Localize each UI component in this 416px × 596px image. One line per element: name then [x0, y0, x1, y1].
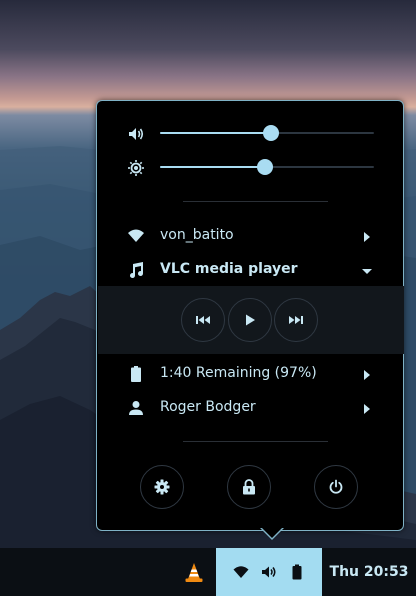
- next-track-button[interactable]: [274, 298, 318, 342]
- wifi-icon: [127, 227, 145, 245]
- brightness-slider-row: [97, 155, 403, 179]
- media-player-name: VLC media player: [160, 261, 298, 277]
- chevron-right-icon: [361, 229, 373, 243]
- previous-track-button[interactable]: [181, 298, 225, 342]
- battery-status: 1:40 Remaining (97%): [160, 365, 317, 381]
- power-off-button[interactable]: [314, 465, 358, 509]
- next-icon: [289, 316, 303, 324]
- volume-slider-row: [97, 121, 403, 145]
- user-menu-item[interactable]: Roger Bodger: [97, 393, 403, 423]
- media-player-menu-item[interactable]: VLC media player: [97, 255, 403, 285]
- lock-icon: [243, 479, 255, 495]
- battery-icon: [127, 365, 145, 383]
- play-icon: [246, 314, 255, 326]
- chevron-right-icon: [361, 401, 373, 415]
- brightness-slider-fill: [160, 166, 265, 168]
- brightness-slider-handle[interactable]: [256, 159, 273, 175]
- system-tray[interactable]: [216, 548, 322, 596]
- brightness-slider[interactable]: [160, 159, 374, 175]
- lock-screen-button[interactable]: [227, 465, 271, 509]
- volume-slider-handle[interactable]: [263, 125, 280, 141]
- network-name: von_batito: [160, 227, 234, 243]
- power-icon: [329, 479, 343, 494]
- music-note-icon: [127, 261, 145, 279]
- separator: [183, 441, 328, 442]
- wifi-icon: [233, 566, 249, 578]
- network-menu-item[interactable]: von_batito: [97, 221, 403, 251]
- volume-icon: [127, 125, 145, 143]
- volume-slider-fill: [160, 132, 272, 134]
- user-icon: [127, 399, 145, 417]
- separator: [183, 201, 328, 202]
- volume-slider[interactable]: [160, 125, 374, 141]
- brightness-icon: [127, 159, 145, 177]
- chevron-right-icon: [361, 367, 373, 381]
- settings-button[interactable]: [140, 465, 184, 509]
- volume-icon: [262, 566, 276, 578]
- battery-icon: [292, 564, 302, 580]
- settings-icon: [154, 479, 170, 495]
- chevron-down-icon: [361, 263, 373, 277]
- popover-arrow-fill: [261, 527, 283, 538]
- play-button[interactable]: [228, 298, 272, 342]
- media-controls-panel: [98, 286, 404, 354]
- system-menu-popover: von_batito VLC media player 1:40 Remaini…: [96, 100, 404, 531]
- battery-menu-item[interactable]: 1:40 Remaining (97%): [97, 359, 403, 389]
- clock[interactable]: Thu 20:53: [322, 548, 416, 596]
- user-name: Roger Bodger: [160, 399, 256, 415]
- vlc-icon[interactable]: [183, 562, 205, 584]
- previous-icon: [196, 316, 210, 324]
